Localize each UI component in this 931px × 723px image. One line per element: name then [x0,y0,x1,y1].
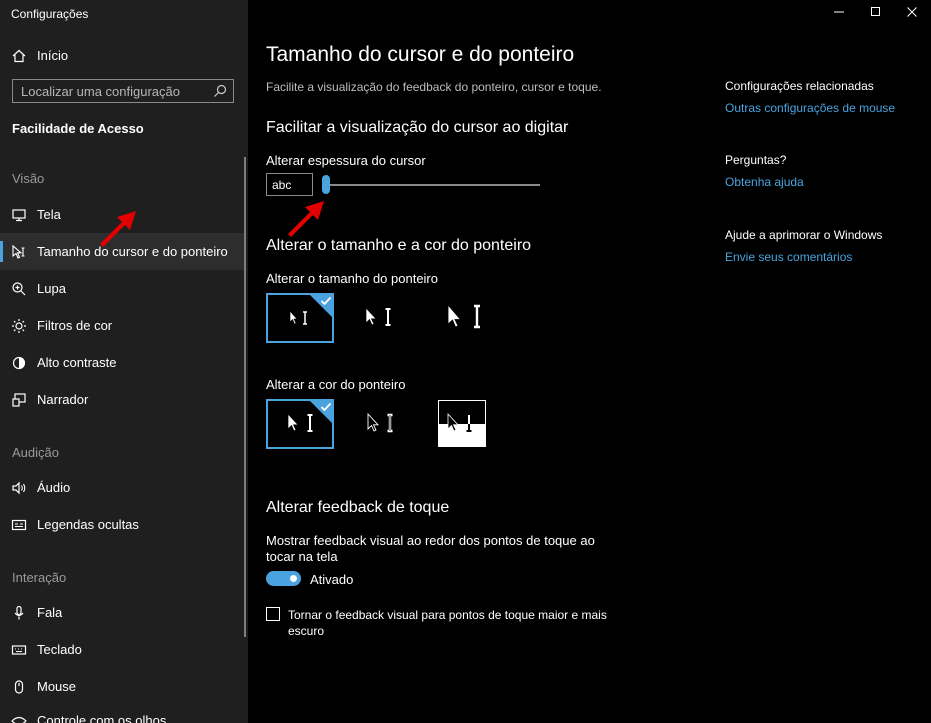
sidebar-item-eye-control[interactable]: Controle com os olhos [0,705,245,723]
sidebar-item-label: Filtros de cor [37,318,113,333]
sidebar-item-mouse[interactable]: Mouse [0,668,245,705]
improve-heading: Ajude a aprimorar o Windows [725,228,883,242]
page-subtitle: Facilite a visualização do feedback do p… [266,80,602,94]
pointer-color-label: Alterar a cor do ponteiro [266,377,406,392]
pointer-section-heading: Alterar o tamanho e a cor do ponteiro [266,237,532,254]
search-input[interactable]: Localizar uma configuração [12,79,234,103]
sidebar-item-audio[interactable]: Áudio [0,469,245,506]
sidebar-item-label: Início [37,48,69,63]
annotation-arrow [288,201,324,237]
section-title: Facilidade de Acesso [12,121,144,136]
sidebar-item-keyboard[interactable]: Teclado [0,631,245,668]
sidebar-item-label: Narrador [37,392,89,407]
sun-icon [11,318,27,334]
cursor-pointer-icon [11,244,27,260]
cursor-thickness-slider[interactable] [326,184,540,186]
sidebar-item-label: Fala [37,605,63,620]
check-icon [320,296,332,306]
sidebar-item-label: Mouse [37,679,77,694]
pointer-size-option-2[interactable] [346,293,414,343]
microphone-icon [11,605,27,621]
pointer-preview-icon [367,412,393,433]
selected-check [308,399,334,425]
captions-icon [11,517,27,533]
cursor-preview-text: abc [272,177,292,192]
touch-section-heading: Alterar feedback de toque [266,499,450,516]
category-vision: Visão [12,171,45,186]
home-icon [11,48,27,64]
sidebar-item-label: Áudio [37,480,71,495]
page-title: Tamanho do cursor e do ponteiro [266,43,575,66]
sidebar-item-narrator[interactable]: Narrador [0,381,245,418]
category-interaction: Interação [12,570,67,585]
sidebar-item-label: Legendas ocultas [37,517,139,532]
cursor-section-heading: Facilitar a visualização do cursor ao di… [266,119,569,136]
pointer-size-option-1[interactable] [266,293,334,343]
related-heading: Configurações relacionadas [725,79,874,93]
selected-check [308,293,334,319]
sidebar-item-label: Alto contraste [37,355,117,370]
sidebar-item-home[interactable]: Início [0,37,245,74]
eye-icon [11,713,27,723]
magnifier-icon [11,281,27,297]
window-title: Configurações [11,7,89,21]
close-button[interactable] [889,0,931,24]
pointer-preview-icon [447,412,472,432]
pointer-preview-icon [447,303,480,329]
sidebar-item-color-filters[interactable]: Filtros de cor [0,307,245,344]
maximize-icon [871,7,880,16]
sidebar-item-label: Teclado [37,642,82,657]
cursor-thickness-label: Alterar espessura do cursor [266,153,426,168]
mouse-settings-link[interactable]: Outras configurações de mouse [725,101,895,115]
sidebar-scrollbar[interactable] [244,157,246,637]
feedback-link[interactable]: Envie seus comentários [725,250,852,264]
keyboard-icon [11,642,27,658]
sidebar-item-captions[interactable]: Legendas ocultas [0,506,245,543]
search-placeholder: Localizar uma configuração [21,83,180,99]
pointer-color-black[interactable] [346,399,414,449]
search-icon [214,84,227,97]
close-icon [907,7,917,17]
category-hearing: Audição [12,445,59,460]
sidebar-item-label: Tela [37,207,61,222]
check-icon [320,402,332,412]
pointer-size-option-3[interactable] [431,293,499,343]
contrast-icon [11,355,27,371]
get-help-link[interactable]: Obtenha ajuda [725,175,804,189]
bigger-feedback-label: Tornar o feedback visual para pontos de … [288,608,607,638]
touch-feedback-toggle[interactable] [266,571,301,586]
pointer-size-label: Alterar o tamanho do ponteiro [266,271,438,286]
annotation-arrow [100,211,136,247]
toggle-state-label: Ativado [310,572,354,587]
questions-heading: Perguntas? [725,153,787,167]
sidebar-item-high-contrast[interactable]: Alto contraste [0,344,245,381]
speaker-icon [11,480,27,496]
mouse-icon [11,679,27,695]
touch-feedback-label: Mostrar feedback visual ao redor dos pon… [266,533,595,564]
minimize-icon [834,11,844,13]
sidebar-item-label: Lupa [37,281,66,296]
monitor-icon [11,207,27,223]
pointer-color-inverted[interactable] [438,400,486,447]
pointer-preview-icon [365,307,391,326]
sidebar-item-label: Controle com os olhos [37,713,167,723]
sidebar-item-speech[interactable]: Fala [0,594,245,631]
narrator-icon [11,392,27,408]
pointer-color-white[interactable] [266,399,334,449]
sidebar-item-magnifier[interactable]: Lupa [0,270,245,307]
bigger-feedback-checkbox[interactable] [266,607,280,621]
